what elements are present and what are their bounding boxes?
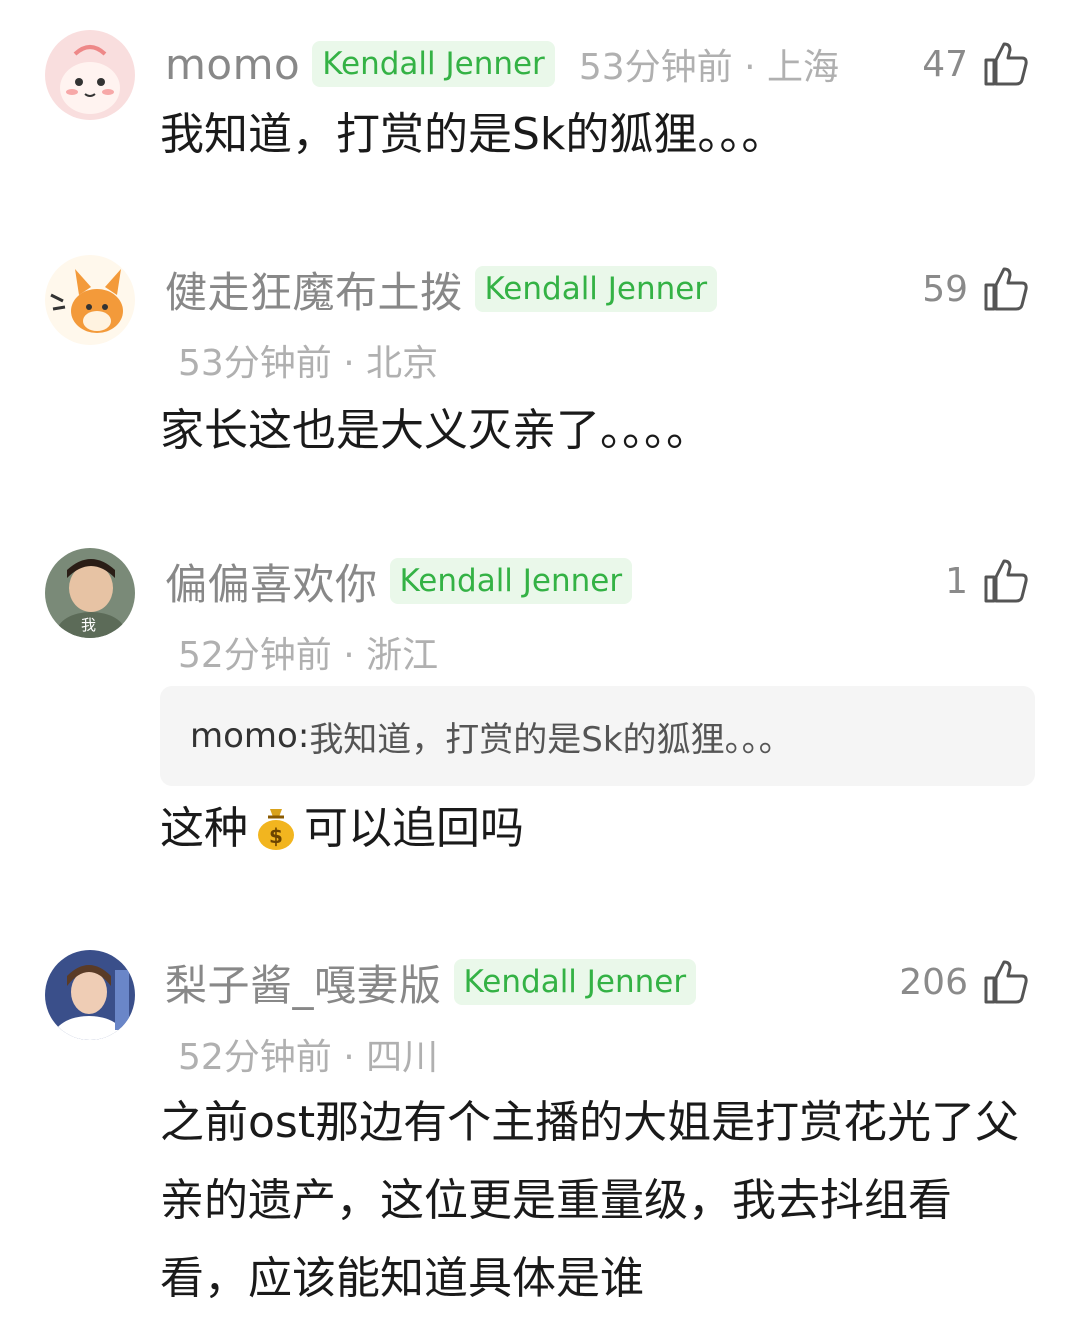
comment-text-before: 这种 <box>160 803 248 854</box>
thumbs-up-icon <box>984 559 1028 603</box>
like-button[interactable]: 59 <box>922 259 1030 319</box>
comment-meta: 53分钟前 · 上海 <box>578 47 839 88</box>
avatar[interactable] <box>45 30 135 120</box>
like-count: 59 <box>922 268 968 310</box>
comment-header: 偏偏喜欢你 Kendall Jenner <box>165 551 1080 611</box>
fan-badge: Kendall Jenner <box>453 959 697 1005</box>
comment-text: 这种 $ 可以追回吗 <box>160 790 1030 868</box>
comment-meta: 52分钟前 · 浙江 <box>178 635 439 676</box>
comment-meta: 52分钟前 · 四川 <box>178 1037 439 1078</box>
comment-meta: 53分钟前 · 北京 <box>178 343 439 384</box>
like-count: 47 <box>922 43 968 85</box>
like-button[interactable]: 1 <box>945 551 1030 611</box>
thumbs-up-icon <box>984 42 1028 86</box>
comment-text: 我知道，打赏的是Sk的狐狸。。。 <box>160 109 786 160</box>
avatar[interactable]: 我 <box>45 548 135 638</box>
like-button[interactable]: 47 <box>922 34 1030 94</box>
fan-badge: Kendall Jenner <box>474 266 718 312</box>
comment-text-after: 可以追回吗 <box>304 803 524 854</box>
thumbs-up-icon <box>984 267 1028 311</box>
comment-text: 家长这也是大义灭亲了。。。。 <box>160 405 710 456</box>
avatar-pink-cartoon-icon <box>45 30 135 120</box>
thumbs-up-icon <box>984 960 1028 1004</box>
username[interactable]: momo <box>165 40 300 89</box>
like-count: 206 <box>899 961 968 1003</box>
like-button[interactable]: 206 <box>899 952 1030 1012</box>
fan-badge: Kendall Jenner <box>389 558 633 604</box>
username[interactable]: 偏偏喜欢你 <box>165 551 378 612</box>
quoted-username: momo: <box>190 716 310 756</box>
quoted-text: 我知道，打赏的是Sk的狐狸。。。 <box>309 719 793 760</box>
avatar-fox-cartoon-icon <box>45 255 135 345</box>
avatar-label: 我 <box>81 616 97 634</box>
money-bag-emoji-icon: $ <box>258 809 294 850</box>
avatar-woman-photo-icon <box>45 950 135 1040</box>
svg-text:$: $ <box>269 824 283 848</box>
username[interactable]: 梨子酱_嘎妻版 <box>165 952 442 1013</box>
username[interactable]: 健走狂魔布土拨 <box>165 259 463 320</box>
avatar[interactable] <box>45 950 135 1040</box>
comment-text: 之前ost那边有个主播的大姐是打赏花光了父亲的遗产，这位更是重量级，我去抖组看看… <box>160 1097 1020 1304</box>
fan-badge: Kendall Jenner <box>312 41 555 87</box>
like-count: 1 <box>945 560 968 602</box>
avatar[interactable] <box>45 255 135 345</box>
quoted-reply[interactable]: momo: 我知道，打赏的是Sk的狐狸。。。 <box>160 686 1035 786</box>
